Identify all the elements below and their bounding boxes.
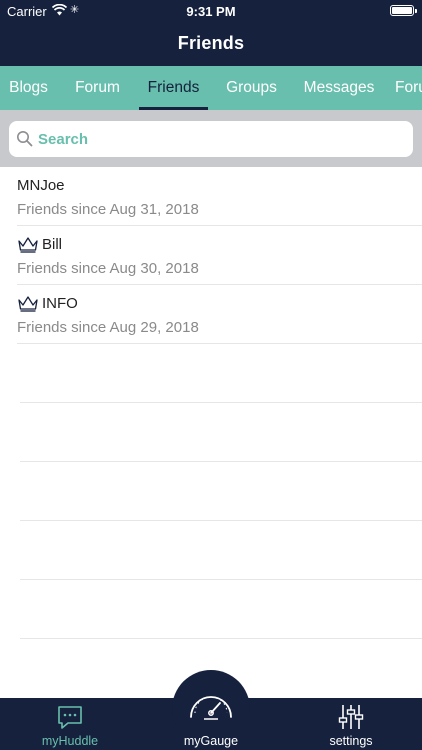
friend-since: Friends since Aug 31, 2018 (17, 201, 199, 218)
tab-forums[interactable]: Forums (395, 66, 422, 110)
gauge-icon (190, 696, 232, 720)
segment-tabs: Blogs Forum Friends Groups Messages Foru… (0, 66, 422, 110)
tab-forum[interactable]: Forum (68, 66, 127, 110)
search-input[interactable] (38, 121, 398, 157)
tab-friends[interactable]: Friends (139, 66, 208, 110)
friend-since: Friends since Aug 29, 2018 (17, 319, 199, 336)
crown-icon (18, 296, 38, 312)
friend-name: INFO (17, 295, 78, 312)
search-bar (0, 110, 422, 167)
friend-name-text: INFO (42, 295, 78, 312)
crown-icon (18, 237, 38, 253)
tab-groups[interactable]: Groups (220, 66, 283, 110)
sliders-icon (338, 705, 364, 729)
tab-messages[interactable]: Messages (298, 66, 380, 110)
battery-icon (390, 5, 417, 16)
empty-row (20, 462, 422, 521)
list-item[interactable]: MNJoe Friends since Aug 31, 2018 (17, 167, 422, 226)
tab-myhuddle-label: myHuddle (41, 734, 99, 748)
empty-row (20, 580, 422, 639)
empty-row (20, 344, 422, 403)
tab-mygauge[interactable]: myGauge (171, 696, 251, 750)
tab-blogs[interactable]: Blogs (0, 66, 57, 110)
empty-row (20, 403, 422, 462)
friends-list: MNJoe Friends since Aug 31, 2018 Bill Fr… (0, 167, 422, 639)
chat-icon (58, 706, 82, 729)
friend-name: Bill (17, 236, 62, 253)
page-title: Friends (177, 33, 245, 53)
navigation-header: Carrier ✳ 9:31 PM Friends (0, 0, 422, 66)
clock: 9:31 PM (186, 4, 236, 19)
friend-since: Friends since Aug 30, 2018 (17, 260, 199, 277)
search-icon (16, 130, 33, 152)
empty-row (20, 521, 422, 580)
tab-settings-label: settings (329, 734, 373, 748)
search-field[interactable] (9, 121, 413, 157)
list-item[interactable]: Bill Friends since Aug 30, 2018 (17, 226, 422, 285)
tab-settings[interactable]: settings (311, 698, 391, 750)
tab-myhuddle[interactable]: myHuddle (30, 698, 110, 750)
friend-name-text: MNJoe (17, 177, 65, 194)
friend-name-text: Bill (42, 236, 63, 253)
status-bar: Carrier ✳ 9:31 PM (0, 0, 422, 22)
friend-name: MNJoe (17, 177, 65, 194)
tab-mygauge-label: myGauge (183, 734, 239, 748)
list-item[interactable]: INFO Friends since Aug 29, 2018 (17, 285, 422, 344)
